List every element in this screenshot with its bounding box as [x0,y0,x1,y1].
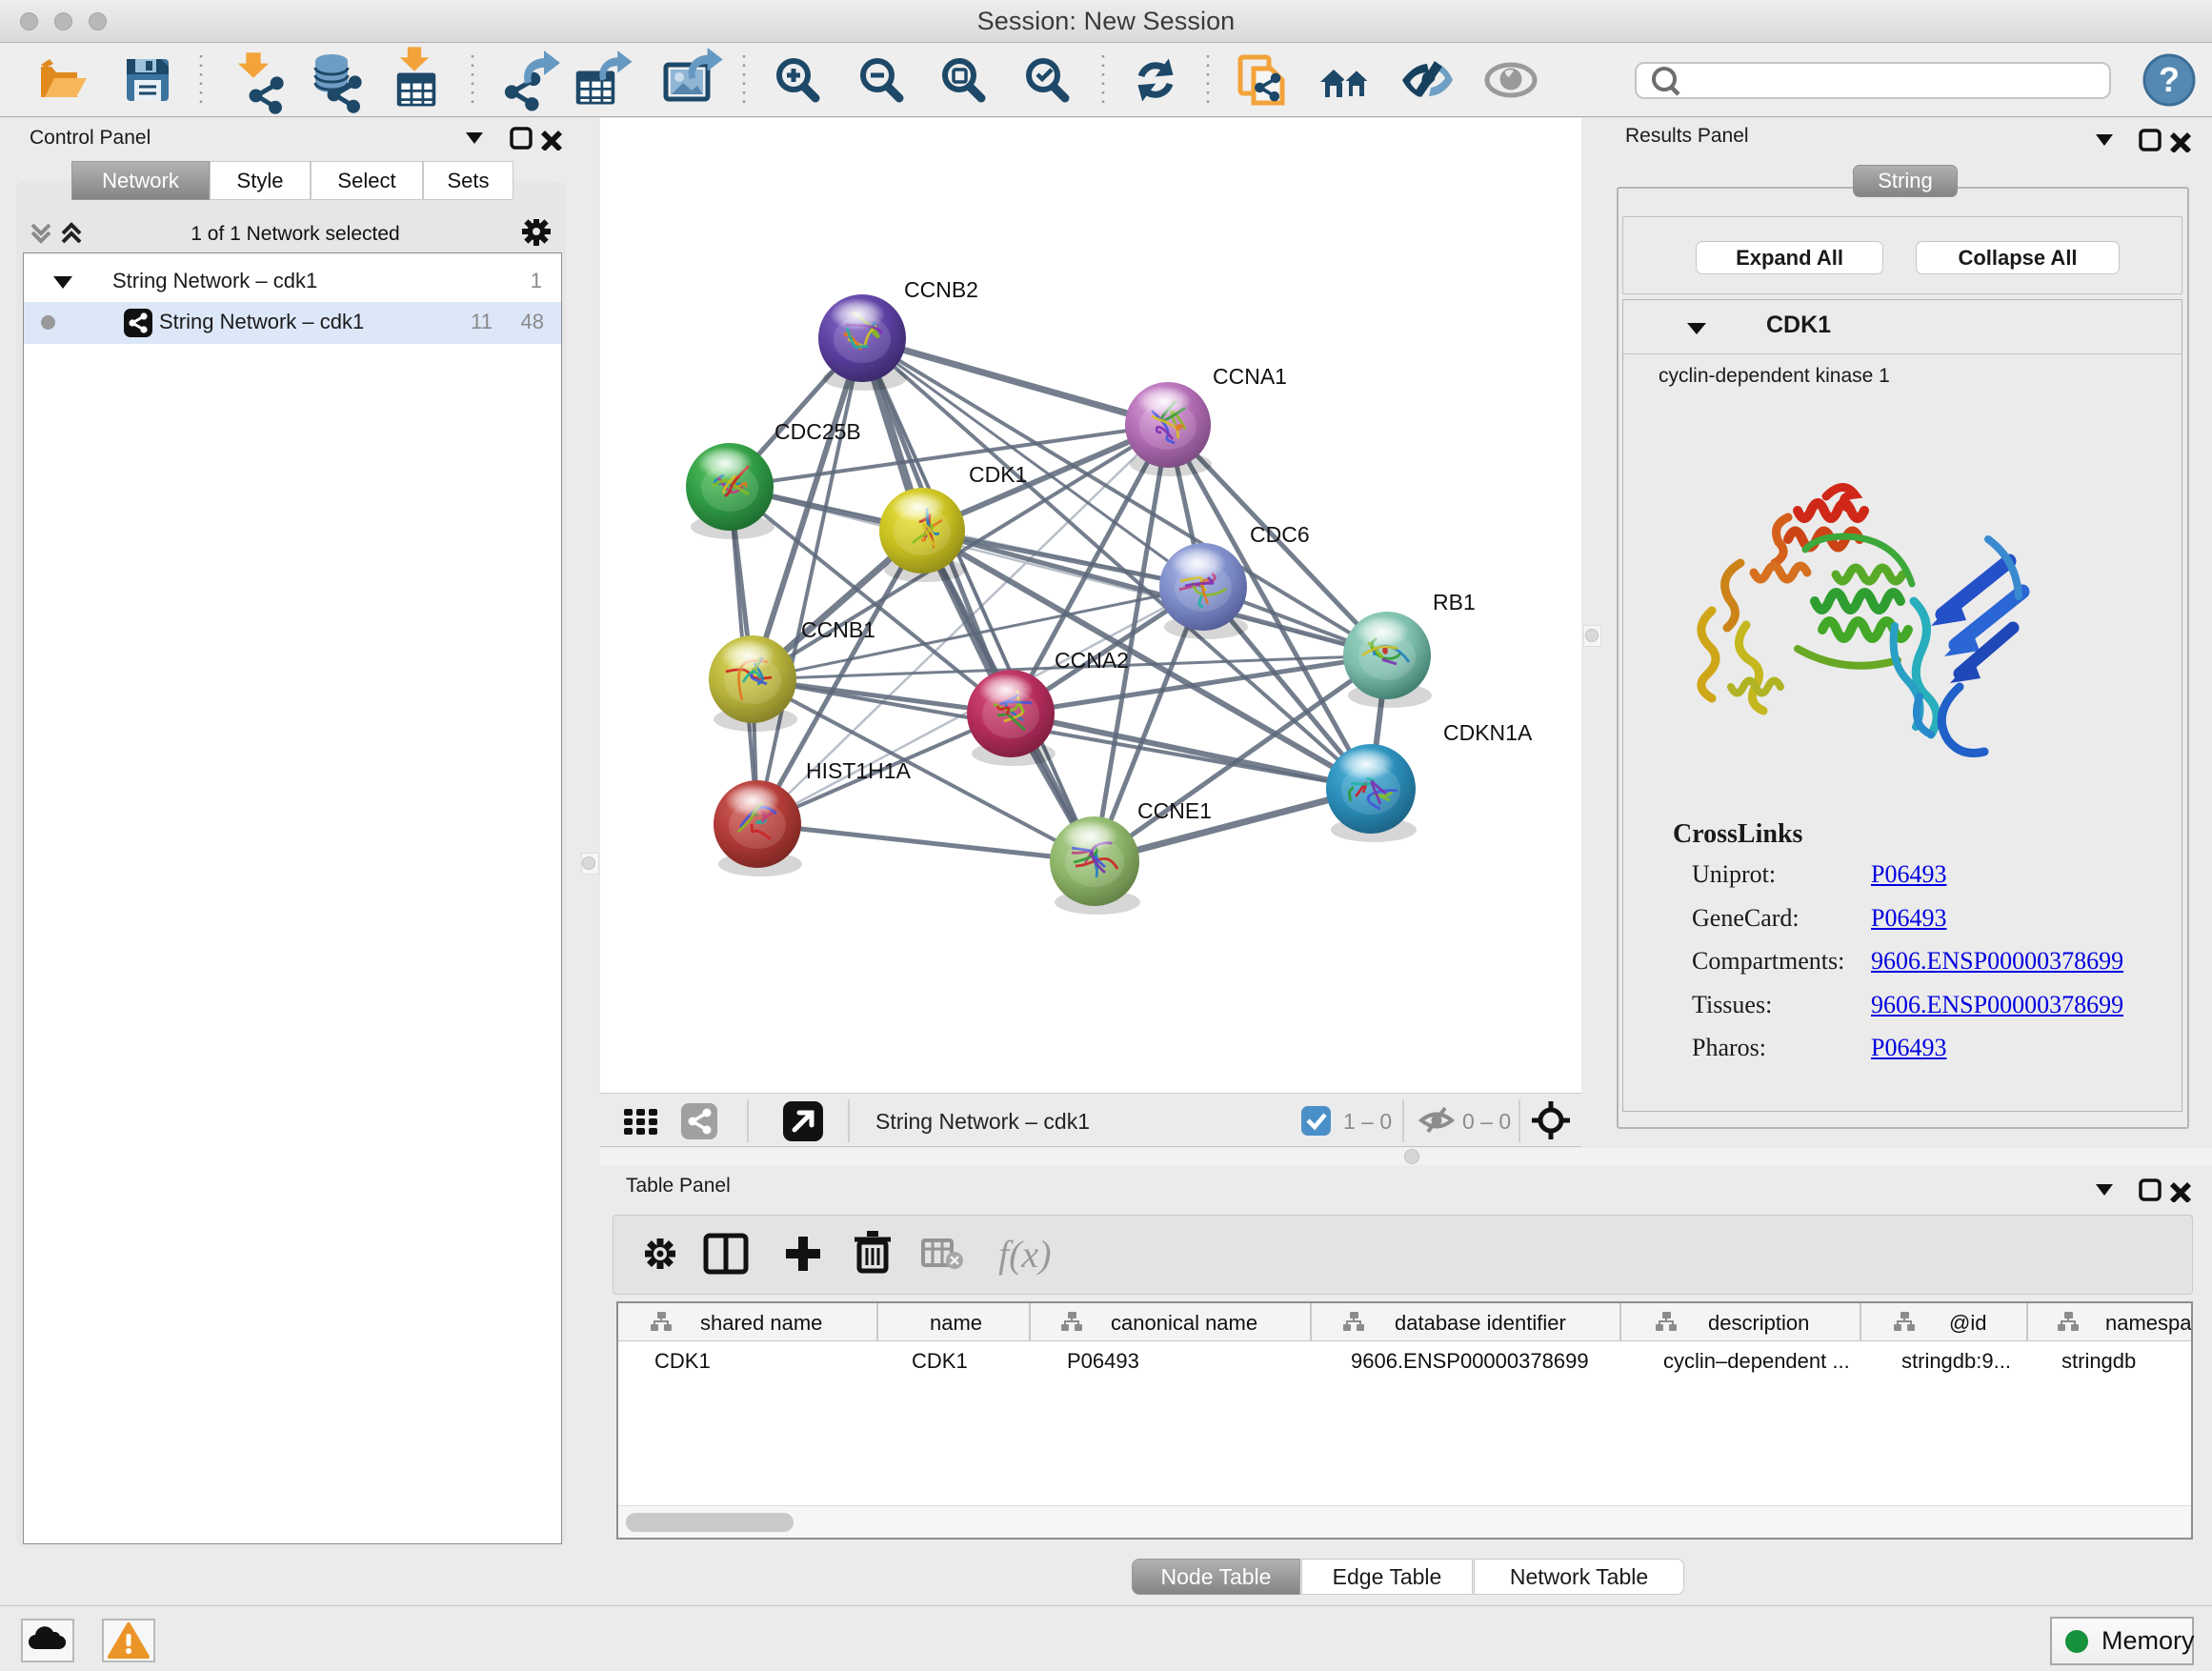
svg-text:RB1: RB1 [1433,590,1476,614]
svg-text:CCNA1: CCNA1 [1213,364,1287,389]
svg-text:CCNE1: CCNE1 [1137,798,1212,823]
svg-text:stringdb: stringdb [2061,1349,2136,1373]
svg-text:shared name: shared name [700,1311,822,1335]
svg-text:CDK1: CDK1 [912,1349,968,1373]
svg-text:1 – 0: 1 – 0 [1343,1109,1392,1134]
svg-text:namespac: namespac [2105,1311,2191,1335]
svg-text:CDC25B: CDC25B [774,419,861,444]
svg-text:9606.ENSP00000378699: 9606.ENSP00000378699 [1351,1349,1589,1373]
svg-text:P06493: P06493 [1067,1349,1139,1373]
svg-text:CDK1: CDK1 [969,462,1027,487]
svg-text:CCNB2: CCNB2 [904,277,978,302]
svg-text:cyclin–dependent ...: cyclin–dependent ... [1663,1349,1850,1373]
svg-text:HIST1H1A: HIST1H1A [806,758,912,783]
svg-text:f(x): f(x) [998,1233,1052,1276]
svg-text:CDKN1A: CDKN1A [1443,720,1533,745]
svg-text:CDC6: CDC6 [1250,522,1310,547]
svg-text:CDK1: CDK1 [654,1349,711,1373]
svg-text:stringdb:9...: stringdb:9... [1901,1349,2011,1373]
svg-text:@id: @id [1949,1311,1986,1335]
svg-text:canonical name: canonical name [1111,1311,1257,1335]
svg-text:String Network – cdk1: String Network – cdk1 [875,1109,1090,1134]
svg-text:name: name [930,1311,982,1335]
svg-text:CCNB1: CCNB1 [801,617,875,642]
svg-text:CCNA2: CCNA2 [1055,648,1129,673]
svg-text:description: description [1708,1311,1809,1335]
svg-text:database identifier: database identifier [1395,1311,1566,1335]
svg-text:?: ? [2159,60,2180,99]
svg-text:0 – 0: 0 – 0 [1462,1109,1511,1134]
